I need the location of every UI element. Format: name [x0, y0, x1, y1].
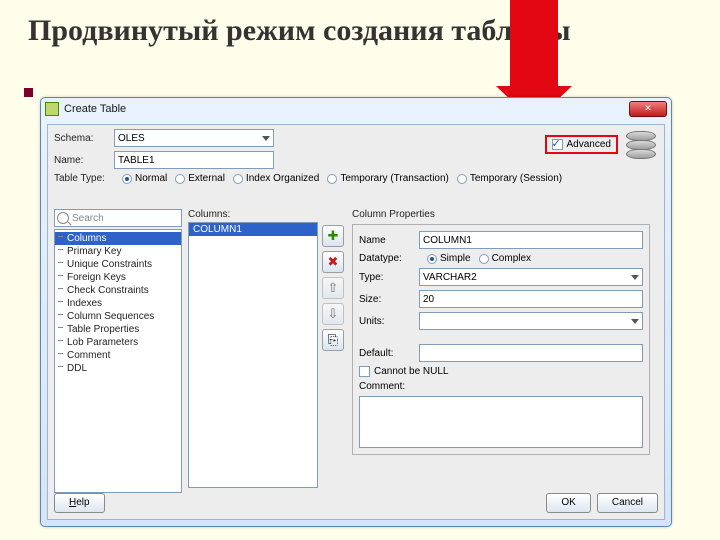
- type-value: VARCHAR2: [423, 272, 477, 283]
- default-label: Default:: [359, 348, 419, 359]
- move-up-button[interactable]: ⇧: [322, 277, 344, 299]
- chevron-down-icon: [631, 275, 639, 280]
- column-properties-header: Column Properties: [352, 209, 650, 220]
- name-label: Name:: [54, 155, 114, 166]
- columns-header: Columns:: [188, 209, 318, 220]
- radio-external[interactable]: [175, 174, 185, 184]
- nav-item-ddl[interactable]: DDL: [55, 362, 181, 375]
- radio-index-organized[interactable]: [233, 174, 243, 184]
- notnull-label: Cannot be NULL: [374, 366, 449, 377]
- titlebar: Create Table ✕: [41, 98, 671, 120]
- comment-label: Comment:: [359, 381, 419, 392]
- advanced-checkbox[interactable]: [552, 139, 563, 150]
- database-icon: [626, 131, 658, 165]
- table-icon: [45, 102, 59, 116]
- chevron-down-icon: [631, 319, 639, 324]
- ok-button[interactable]: OK: [546, 493, 590, 513]
- advanced-checkbox-wrap[interactable]: Advanced: [545, 135, 618, 154]
- tabletype-label: Table Type:: [54, 173, 114, 184]
- name-input[interactable]: TABLE1: [114, 151, 274, 169]
- size-label: Size:: [359, 294, 419, 305]
- nav-item-unique[interactable]: Unique Constraints: [55, 258, 181, 271]
- nav-item-comment[interactable]: Comment: [55, 349, 181, 362]
- search-icon: [57, 212, 69, 224]
- type-label: Type:: [359, 272, 419, 283]
- radio-external-label: External: [188, 173, 225, 184]
- search-placeholder: Search: [72, 213, 104, 224]
- type-combo[interactable]: VARCHAR2: [419, 268, 643, 286]
- radio-temp-session[interactable]: [457, 174, 467, 184]
- schema-combo[interactable]: OLES: [114, 129, 274, 147]
- propname-label: Name: [359, 235, 419, 246]
- size-value: 20: [423, 294, 434, 305]
- radio-simple[interactable]: [427, 254, 437, 264]
- units-combo[interactable]: [419, 312, 643, 330]
- radio-temp-transaction[interactable]: [327, 174, 337, 184]
- delete-column-button[interactable]: ✖: [322, 251, 344, 273]
- radio-tempsess-label: Temporary (Session): [470, 173, 562, 184]
- help-rest: elp: [76, 497, 89, 508]
- search-input[interactable]: Search: [54, 209, 182, 227]
- slide-title: Продвинутый режим создания таблицы: [28, 14, 692, 47]
- notnull-checkbox[interactable]: [359, 366, 370, 377]
- radio-temptx-label: Temporary (Transaction): [340, 173, 449, 184]
- schema-label: Schema:: [54, 133, 114, 144]
- radio-normal[interactable]: [122, 174, 132, 184]
- columns-list[interactable]: COLUMN1: [188, 222, 318, 488]
- radio-complex[interactable]: [479, 254, 489, 264]
- cancel-button[interactable]: Cancel: [597, 493, 658, 513]
- nav-item-columns[interactable]: Columns: [55, 232, 181, 245]
- nav-item-lob[interactable]: Lob Parameters: [55, 336, 181, 349]
- help-button[interactable]: Help: [54, 493, 105, 513]
- units-label: Units:: [359, 316, 419, 327]
- chevron-down-icon: [262, 136, 270, 141]
- copy-column-button[interactable]: ⎘: [322, 329, 344, 351]
- advanced-label: Advanced: [567, 139, 611, 150]
- create-table-dialog: Create Table ✕ Advanced Schema: OLES Nam…: [40, 97, 672, 527]
- nav-item-indexes[interactable]: Indexes: [55, 297, 181, 310]
- bullet-icon: [24, 88, 33, 97]
- nav-item-table-props[interactable]: Table Properties: [55, 323, 181, 336]
- radio-complex-label: Complex: [492, 253, 531, 264]
- datatype-label: Datatype:: [359, 253, 419, 264]
- close-button[interactable]: ✕: [629, 101, 667, 117]
- size-input[interactable]: 20: [419, 290, 643, 308]
- radio-simple-label: Simple: [440, 253, 471, 264]
- schema-value: OLES: [118, 133, 145, 144]
- dialog-title: Create Table: [64, 103, 126, 115]
- move-down-button[interactable]: ⇩: [322, 303, 344, 325]
- add-column-button[interactable]: ✚: [322, 225, 344, 247]
- nav-item-col-sequences[interactable]: Column Sequences: [55, 310, 181, 323]
- radio-normal-label: Normal: [135, 173, 167, 184]
- nav-list[interactable]: Columns Primary Key Unique Constraints F…: [54, 229, 182, 493]
- propname-input[interactable]: COLUMN1: [419, 231, 643, 249]
- radio-index-label: Index Organized: [246, 173, 319, 184]
- column-item[interactable]: COLUMN1: [189, 223, 317, 236]
- nav-item-primary-key[interactable]: Primary Key: [55, 245, 181, 258]
- nav-item-foreign-keys[interactable]: Foreign Keys: [55, 271, 181, 284]
- propname-value: COLUMN1: [423, 235, 472, 246]
- column-properties-group: Name COLUMN1 Datatype: Simple Complex Ty…: [352, 224, 650, 455]
- comment-textarea[interactable]: [359, 396, 643, 448]
- default-input[interactable]: [419, 344, 643, 362]
- nav-item-check[interactable]: Check Constraints: [55, 284, 181, 297]
- name-value: TABLE1: [118, 155, 155, 166]
